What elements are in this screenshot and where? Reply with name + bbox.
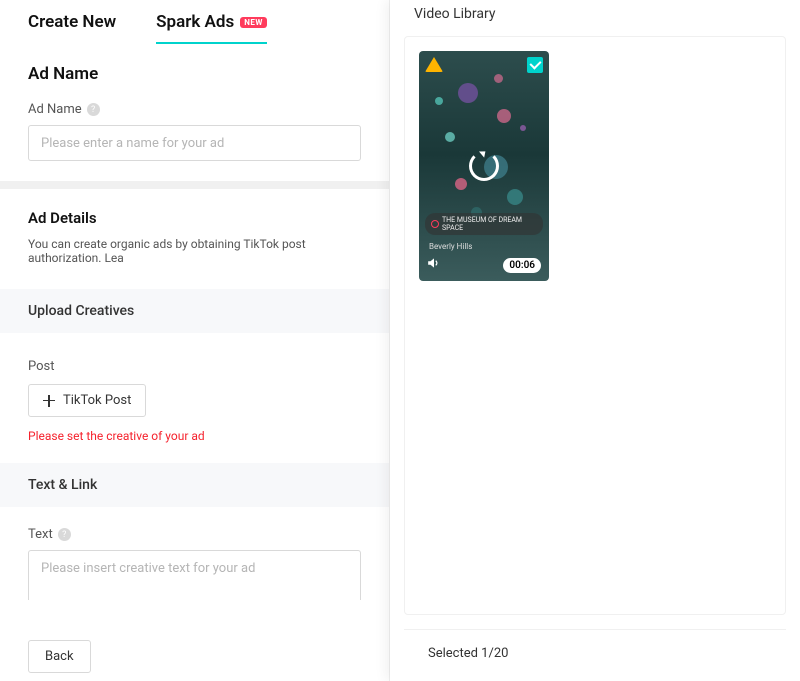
section-ad-name: Ad Name Ad Name ?	[0, 44, 389, 181]
help-icon[interactable]: ?	[58, 528, 71, 541]
text-link-header: Text & Link	[0, 463, 389, 507]
video-library-body: THE MUSEUM OF DREAM SPACE Beverly Hills …	[404, 36, 786, 615]
text-link-body: Text ?	[0, 507, 389, 624]
button-label: Back	[45, 649, 74, 664]
tab-spark-ads[interactable]: Spark Ads NEW	[156, 12, 267, 44]
section-title: Ad Name	[28, 64, 361, 84]
video-library-panel: Video Library THE MUSEUM OF DREAM SP	[390, 0, 800, 681]
volume-icon[interactable]	[427, 254, 441, 273]
thumbnail-duration: 00:06	[503, 258, 541, 273]
divider	[0, 181, 389, 189]
header-text: Text & Link	[28, 477, 97, 493]
plus-icon	[43, 395, 55, 407]
video-library-title: Video Library	[390, 0, 800, 36]
upload-creatives-body: Post TikTok Post Please set the creative…	[0, 339, 389, 463]
section-ad-details: Ad Details You can create organic ads by…	[0, 189, 389, 289]
back-button[interactable]: Back	[28, 640, 91, 673]
tab-create-new[interactable]: Create New	[28, 12, 116, 44]
section-title: Ad Details	[28, 209, 361, 227]
label-text: Text	[28, 527, 53, 542]
video-thumbnail[interactable]: THE MUSEUM OF DREAM SPACE Beverly Hills …	[419, 51, 549, 281]
selected-check-icon[interactable]	[527, 57, 543, 73]
post-label: Post	[28, 359, 361, 374]
thumbnail-tag: THE MUSEUM OF DREAM SPACE	[425, 213, 543, 235]
button-label: TikTok Post	[63, 393, 131, 408]
tab-label: Spark Ads	[156, 12, 234, 32]
new-badge: NEW	[240, 17, 267, 28]
label-text: Ad Name	[28, 102, 82, 117]
tabs: Create New Spark Ads NEW	[0, 0, 389, 44]
thumbnail-location: Beverly Hills	[429, 242, 472, 251]
tag-text: THE MUSEUM OF DREAM SPACE	[442, 216, 537, 232]
selection-count: Selected 1/20	[404, 629, 786, 681]
ad-name-input[interactable]	[28, 125, 361, 161]
field-label-ad-name: Ad Name ?	[28, 102, 361, 117]
creative-text-input[interactable]	[28, 550, 361, 600]
upload-creatives-header: Upload Creatives	[0, 289, 389, 333]
tag-dot-icon	[431, 220, 439, 228]
header-text: Upload Creatives	[28, 303, 134, 319]
field-label-text: Text ?	[28, 527, 361, 542]
creative-error-text: Please set the creative of your ad	[28, 429, 361, 443]
tab-label: Create New	[28, 12, 116, 32]
help-icon[interactable]: ?	[87, 103, 100, 116]
warning-icon	[425, 57, 443, 72]
ad-form-panel: Create New Spark Ads NEW Ad Name Ad Name…	[0, 0, 390, 681]
add-tiktok-post-button[interactable]: TikTok Post	[28, 384, 146, 417]
ad-details-description: You can create organic ads by obtaining …	[28, 237, 361, 265]
